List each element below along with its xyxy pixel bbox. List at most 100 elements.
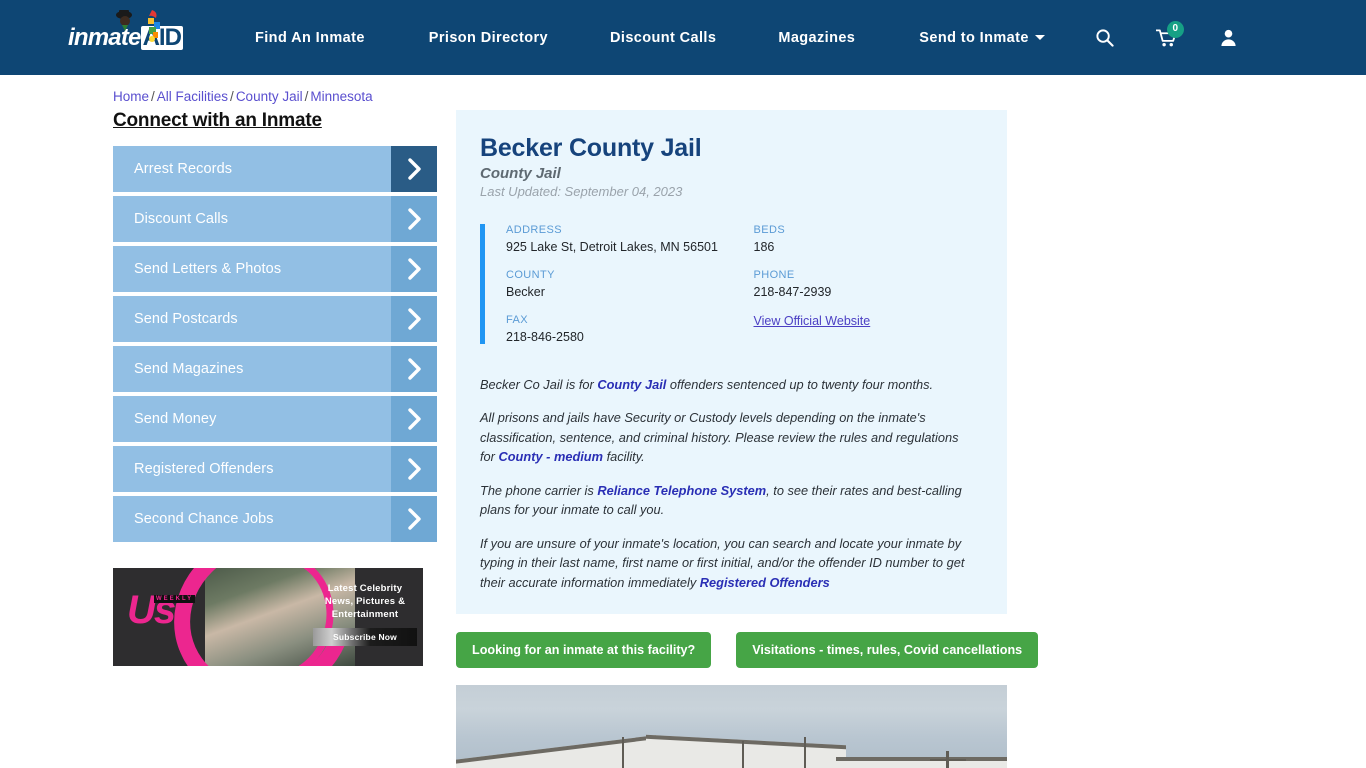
sidebar-advertisement[interactable]: Us WEEKLY Latest Celebrity News, Picture…	[113, 568, 423, 666]
facility-photo-building-right	[836, 757, 1007, 768]
description-paragraph-4: If you are unsure of your inmate's locat…	[480, 534, 973, 592]
p1-text-b: offenders sentenced up to twenty four mo…	[666, 377, 933, 392]
ad-subscribe-button[interactable]: Subscribe Now	[313, 628, 417, 646]
sidebar-item-second-chance-jobs[interactable]: Second Chance Jobs	[113, 496, 437, 542]
cart-button[interactable]: 0	[1149, 20, 1185, 56]
description-paragraph-1: Becker Co Jail is for County Jail offend…	[480, 375, 973, 394]
facility-county: COUNTY Becker	[506, 269, 744, 299]
sidebar-item-send-letters-photos[interactable]: Send Letters & Photos	[113, 246, 437, 292]
sidebar-item-arrow	[391, 296, 437, 342]
facility-beds-value: 186	[754, 240, 982, 254]
phone-carrier-link[interactable]: Reliance Telephone System	[597, 483, 766, 498]
facility-county-label: COUNTY	[506, 269, 744, 281]
nav-item-prison-directory[interactable]: Prison Directory	[429, 30, 548, 46]
facility-info-column-left: ADDRESS 925 Lake St, Detroit Lakes, MN 5…	[506, 224, 744, 344]
facility-address-label: ADDRESS	[506, 224, 744, 236]
chevron-right-icon	[408, 258, 421, 280]
sidebar-item-discount-calls[interactable]: Discount Calls	[113, 196, 437, 242]
sidebar-item-label: Send Magazines	[113, 346, 391, 392]
sidebar-item-label: Discount Calls	[113, 196, 391, 242]
registered-offenders-link[interactable]: Registered Offenders	[700, 575, 830, 590]
sidebar-item-label: Send Money	[113, 396, 391, 442]
p2-text-b: facility.	[603, 449, 645, 464]
sidebar-item-arrow	[391, 496, 437, 542]
main-content: Becker County Jail County Jail Last Upda…	[456, 110, 1007, 768]
county-jail-link[interactable]: County Jail	[597, 377, 666, 392]
site-logo[interactable]: inmateAID	[68, 16, 194, 60]
chevron-right-icon	[408, 308, 421, 330]
ad-tagline: Latest Celebrity News, Pictures & Entert…	[313, 582, 417, 621]
sidebar-item-arrow	[391, 246, 437, 292]
facility-photo-building-center	[646, 735, 846, 768]
sidebar-item-arrow	[391, 396, 437, 442]
sidebar-item-registered-offenders[interactable]: Registered Offenders	[113, 446, 437, 492]
inmate-search-button[interactable]: Looking for an inmate at this facility?	[456, 632, 711, 668]
chevron-right-icon	[408, 208, 421, 230]
facility-photo-utility-crossarm	[930, 759, 966, 761]
breadcrumb-separator: /	[228, 89, 236, 104]
facility-info-column-right: BEDS 186 PHONE 218-847-2939 View Officia…	[744, 224, 982, 344]
facility-description: Becker Co Jail is for County Jail offend…	[480, 375, 981, 592]
official-website-link[interactable]: View Official Website	[754, 314, 871, 328]
facility-phone: PHONE 218-847-2939	[754, 269, 982, 299]
sidebar-item-label: Send Letters & Photos	[113, 246, 391, 292]
facility-photo-antenna-2	[742, 741, 744, 768]
nav-item-send-to-inmate[interactable]: Send to Inmate	[919, 30, 1045, 46]
breadcrumb-separator: /	[149, 89, 157, 104]
chevron-right-icon	[408, 408, 421, 430]
facility-fax-value: 218-846-2580	[506, 330, 744, 344]
header-icon-group: 0	[1087, 20, 1247, 56]
facility-info-card: Becker County Jail County Jail Last Upda…	[456, 110, 1007, 614]
breadcrumb-item-home[interactable]: Home	[113, 89, 149, 104]
chevron-right-icon	[408, 358, 421, 380]
search-icon	[1095, 28, 1114, 47]
primary-nav: Find An Inmate Prison Directory Discount…	[255, 30, 1045, 46]
sidebar-item-label: Registered Offenders	[113, 446, 391, 492]
cta-button-row: Looking for an inmate at this facility? …	[456, 632, 1007, 668]
content-columns: Connect with an Inmate Arrest Records Di…	[0, 110, 1366, 768]
facility-address-value: 925 Lake St, Detroit Lakes, MN 56501	[506, 240, 744, 254]
page-body: Home/All Facilities/County Jail/Minnesot…	[0, 89, 1366, 768]
facility-photo-antenna-1	[622, 737, 624, 768]
p3-text-a: The phone carrier is	[480, 483, 597, 498]
nav-item-magazines[interactable]: Magazines	[778, 30, 855, 46]
breadcrumb-item-minnesota[interactable]: Minnesota	[310, 89, 372, 104]
breadcrumb: Home/All Facilities/County Jail/Minnesot…	[113, 89, 1366, 104]
page-title: Becker County Jail	[480, 134, 981, 163]
chevron-right-icon	[408, 158, 421, 180]
facility-website: View Official Website	[754, 314, 982, 328]
sidebar-item-arrow	[391, 196, 437, 242]
breadcrumb-item-all-facilities[interactable]: All Facilities	[157, 89, 228, 104]
sidebar-item-arrow	[391, 146, 437, 192]
facility-beds: BEDS 186	[754, 224, 982, 254]
account-button[interactable]	[1211, 20, 1247, 56]
facility-phone-value: 218-847-2939	[754, 285, 982, 299]
sidebar-item-send-money[interactable]: Send Money	[113, 396, 437, 442]
cart-count-badge: 0	[1167, 21, 1184, 38]
facility-phone-label: PHONE	[754, 269, 982, 281]
sidebar-item-arrow	[391, 446, 437, 492]
chevron-right-icon	[408, 508, 421, 530]
sidebar-item-arrest-records[interactable]: Arrest Records	[113, 146, 437, 192]
breadcrumb-item-county-jail[interactable]: County Jail	[236, 89, 303, 104]
sidebar-item-label: Second Chance Jobs	[113, 496, 391, 542]
chevron-down-icon	[1035, 35, 1045, 40]
chevron-right-icon	[408, 458, 421, 480]
nav-item-find-an-inmate[interactable]: Find An Inmate	[255, 30, 365, 46]
search-button[interactable]	[1087, 20, 1123, 56]
sidebar-item-send-postcards[interactable]: Send Postcards	[113, 296, 437, 342]
p1-text-a: Becker Co Jail is for	[480, 377, 597, 392]
ad-copy-block: Latest Celebrity News, Pictures & Entert…	[313, 582, 417, 646]
nav-item-discount-calls[interactable]: Discount Calls	[610, 30, 716, 46]
description-paragraph-3: The phone carrier is Reliance Telephone …	[480, 481, 973, 520]
description-paragraph-2: All prisons and jails have Security or C…	[480, 408, 973, 466]
sidebar-item-send-magazines[interactable]: Send Magazines	[113, 346, 437, 392]
facility-info-grid: ADDRESS 925 Lake St, Detroit Lakes, MN 5…	[480, 224, 981, 344]
user-icon	[1219, 28, 1238, 47]
county-medium-link[interactable]: County - medium	[499, 449, 604, 464]
site-header: inmateAID Find An Inmate Prison Director…	[0, 0, 1366, 75]
facility-photo-building-left	[456, 735, 656, 768]
visitation-info-button[interactable]: Visitations - times, rules, Covid cancel…	[736, 632, 1038, 668]
facility-type: County Jail	[480, 165, 981, 182]
sidebar-heading: Connect with an Inmate	[113, 110, 437, 132]
